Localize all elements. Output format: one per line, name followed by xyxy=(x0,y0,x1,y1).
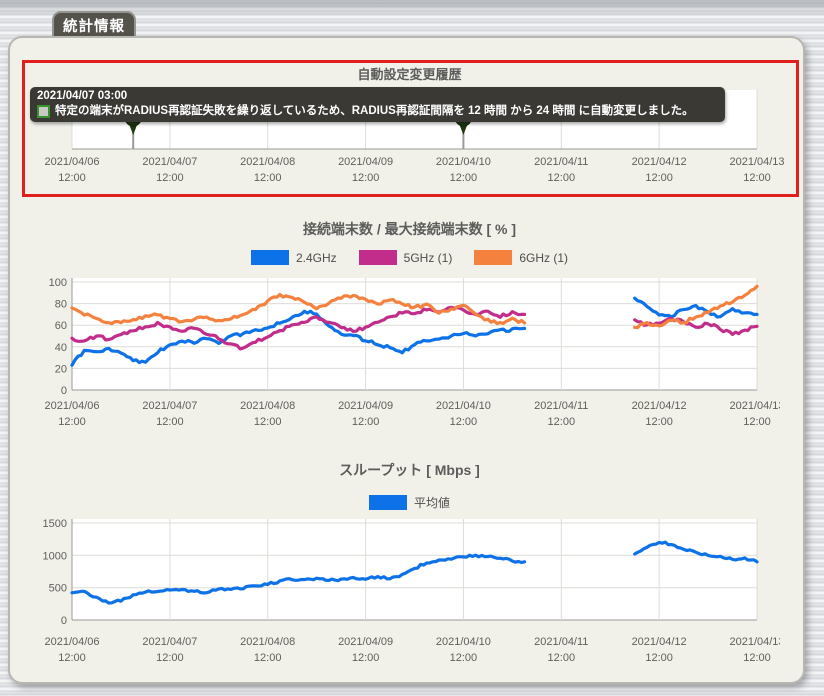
event-tooltip-message: 特定の端末がRADIUS再認証失敗を繰り返しているため、RADIUS再認証間隔を… xyxy=(55,104,694,119)
x-tick-date: 2021/04/09 xyxy=(338,400,393,412)
y-tick-label: 80 xyxy=(55,299,67,311)
x-tick-date: 2021/04/10 xyxy=(436,636,491,648)
y-tick-label: 0 xyxy=(61,385,67,397)
y-tick-label: 1000 xyxy=(43,550,67,562)
x-tick-date: 2021/04/12 xyxy=(632,156,687,168)
legend-swatch-icon xyxy=(359,250,397,265)
legend-label: 平均値 xyxy=(414,494,450,511)
x-tick-date: 2021/04/07 xyxy=(142,156,197,168)
x-tick-time: 12:00 xyxy=(743,172,771,184)
legend-item[interactable]: 5GHz (1) xyxy=(359,250,453,265)
x-tick-time: 12:00 xyxy=(156,652,184,664)
x-tick-time: 12:00 xyxy=(548,172,576,184)
x-tick-date: 2021/04/08 xyxy=(240,400,295,412)
event-tooltip: 2021/04/07 03:00 特定の端末がRADIUS再認証失敗を繰り返して… xyxy=(30,87,725,122)
x-tick-date: 2021/04/11 xyxy=(534,400,588,412)
x-tick-date: 2021/04/12 xyxy=(632,636,687,648)
x-tick-date: 2021/04/13 xyxy=(729,156,784,168)
x-tick-date: 2021/04/12 xyxy=(632,400,687,412)
x-tick-date: 2021/04/08 xyxy=(240,636,295,648)
y-tick-label: 500 xyxy=(49,583,67,595)
x-tick-date: 2021/04/08 xyxy=(240,156,295,168)
x-tick-date: 2021/04/13 xyxy=(729,636,780,648)
throughput-chart[interactable]: 0 500 1000 1500 2021/04/06 12:00 2021/04/07 12:… xyxy=(30,516,780,666)
x-tick-time: 12:00 xyxy=(254,652,282,664)
legend-item[interactable]: 2.4GHz xyxy=(251,250,337,265)
y-tick-label: 60 xyxy=(55,320,67,332)
x-tick-time: 12:00 xyxy=(645,652,673,664)
x-tick-time: 12:00 xyxy=(548,416,576,428)
x-tick-time: 12:00 xyxy=(645,172,673,184)
throughput-chart-legend: 平均値 xyxy=(22,494,797,511)
x-tick-time: 12:00 xyxy=(58,652,86,664)
x-tick-date: 2021/04/07 xyxy=(142,400,197,412)
x-tick-time: 12:00 xyxy=(254,416,282,428)
x-tick-time: 12:00 xyxy=(156,172,184,184)
x-tick-date: 2021/04/10 xyxy=(436,400,491,412)
x-tick-time: 12:00 xyxy=(645,416,673,428)
x-tick-date: 2021/04/06 xyxy=(44,636,99,648)
x-tick-date: 2021/04/11 xyxy=(534,156,588,168)
event-history-title: 自動設定変更履歴 xyxy=(22,64,797,83)
y-tick-label: 1500 xyxy=(43,518,67,530)
x-tick-date: 2021/04/10 xyxy=(436,156,491,168)
x-tick-time: 12:00 xyxy=(743,416,771,428)
legend-swatch-icon xyxy=(369,495,407,510)
event-tooltip-timestamp: 2021/04/07 03:00 xyxy=(37,89,718,104)
x-tick-date: 2021/04/07 xyxy=(142,636,197,648)
clients-chart-legend: 2.4GHz 5GHz (1) 6GHz (1) xyxy=(22,250,797,265)
x-tick-date: 2021/04/06 xyxy=(44,156,99,168)
legend-label: 6GHz (1) xyxy=(519,251,568,265)
y-tick-label: 100 xyxy=(49,277,67,289)
legend-item[interactable]: 6GHz (1) xyxy=(474,250,568,265)
x-tick-date: 2021/04/06 xyxy=(44,400,99,412)
x-tick-time: 12:00 xyxy=(352,172,380,184)
y-tick-label: 20 xyxy=(55,363,67,375)
x-tick-time: 12:00 xyxy=(352,416,380,428)
event-legend-square-icon xyxy=(37,105,50,118)
legend-label: 2.4GHz xyxy=(296,251,337,265)
x-tick-time: 12:00 xyxy=(743,652,771,664)
x-tick-time: 12:00 xyxy=(58,172,86,184)
x-tick-time: 12:00 xyxy=(352,652,380,664)
legend-swatch-icon xyxy=(251,250,289,265)
x-tick-time: 12:00 xyxy=(450,172,478,184)
legend-swatch-icon xyxy=(474,250,512,265)
x-tick-time: 12:00 xyxy=(450,416,478,428)
legend-item[interactable]: 平均値 xyxy=(369,494,450,511)
x-tick-time: 12:00 xyxy=(450,652,478,664)
x-tick-date: 2021/04/09 xyxy=(338,156,393,168)
x-tick-time: 12:00 xyxy=(58,416,86,428)
legend-label: 5GHz (1) xyxy=(404,251,453,265)
statistics-page: 統計情報 自動設定変更履歴 2021/04/0612:002021/04/071… xyxy=(0,0,824,696)
y-tick-label: 40 xyxy=(55,342,67,354)
x-tick-time: 12:00 xyxy=(156,416,184,428)
x-tick-date: 2021/04/11 xyxy=(534,636,588,648)
x-tick-time: 12:00 xyxy=(254,172,282,184)
y-tick-label: 0 xyxy=(61,615,67,627)
x-tick-time: 12:00 xyxy=(548,652,576,664)
clients-chart[interactable]: 0 20 40 60 80 100 2021/04/06 12:00 2021/04/07 12:… xyxy=(30,276,780,431)
event-tooltip-message-row: 特定の端末がRADIUS再認証失敗を繰り返しているため、RADIUS再認証間隔を… xyxy=(37,104,718,119)
plot-area xyxy=(72,278,757,390)
x-tick-date: 2021/04/09 xyxy=(338,636,393,648)
x-tick-date: 2021/04/13 xyxy=(729,400,780,412)
throughput-chart-title: スループット [ Mbps ] xyxy=(22,460,797,480)
clients-chart-title: 接続端末数 / 最大接続端末数 [ % ] xyxy=(22,219,797,239)
